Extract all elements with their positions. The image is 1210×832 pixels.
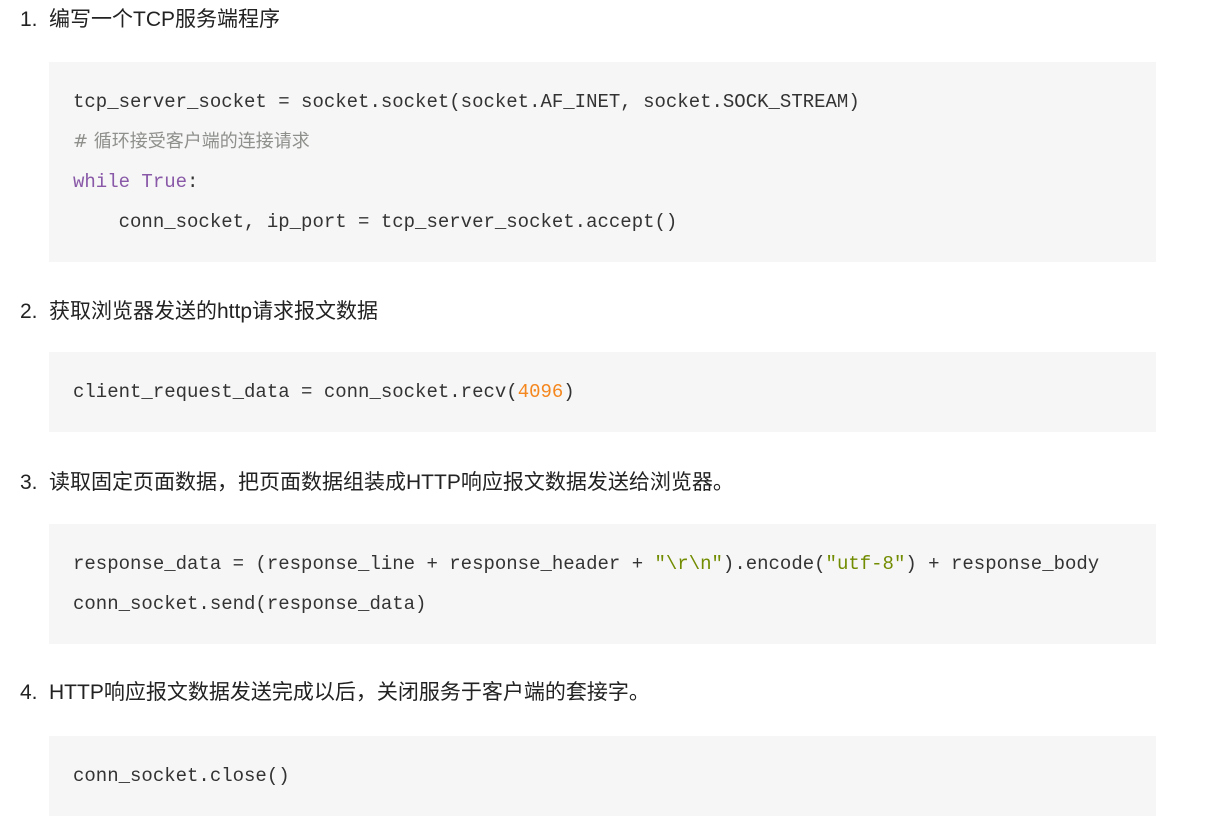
code-token: 4096 xyxy=(517,381,564,403)
code-token: conn_socket.send(response_data) xyxy=(73,593,427,615)
code-line: response_data = (response_line + respons… xyxy=(73,544,1132,584)
code-token: True xyxy=(141,171,188,193)
code-token: tcp_server_socket = socket.socket(socket… xyxy=(73,91,860,113)
code-token: while xyxy=(73,171,131,193)
code-block: conn_socket.close() xyxy=(49,736,1156,816)
code-line: conn_socket.close() xyxy=(73,756,1132,796)
step-title: 获取浏览器发送的http请求报文数据 xyxy=(49,300,379,323)
step-number: 1. xyxy=(20,8,38,31)
code-line: conn_socket.send(response_data) xyxy=(73,584,1132,624)
code-token: ) + response_body xyxy=(905,553,1100,575)
code-token: ).encode( xyxy=(722,553,826,575)
step-number: 2. xyxy=(20,300,38,323)
code-line: conn_socket, ip_port = tcp_server_socket… xyxy=(73,202,1132,242)
code-token: conn_socket, ip_port = tcp_server_socket… xyxy=(73,211,678,233)
step-heading: 3. 读取固定页面数据，把页面数据组装成HTTP响应报文数据发送给浏览器。 xyxy=(20,471,734,495)
code-token: # 循环接受客户端的连接请求 xyxy=(73,131,310,152)
step-title: 读取固定页面数据，把页面数据组装成HTTP响应报文数据发送给浏览器。 xyxy=(49,471,734,494)
code-block: response_data = (response_line + respons… xyxy=(49,524,1156,644)
code-token: response_data = (response_line + respons… xyxy=(73,553,655,575)
code-block: tcp_server_socket = socket.socket(socket… xyxy=(49,62,1156,262)
code-block: client_request_data = conn_socket.recv(4… xyxy=(49,352,1156,432)
step-number: 4. xyxy=(20,681,38,704)
code-token: client_request_data = conn_socket.recv( xyxy=(73,381,518,403)
code-line: client_request_data = conn_socket.recv(4… xyxy=(73,372,1132,412)
step-heading: 1. 编写一个TCP服务端程序 xyxy=(20,8,280,32)
code-line: # 循环接受客户端的连接请求 xyxy=(73,122,1132,162)
step-number: 3. xyxy=(20,471,38,494)
code-line: while True: xyxy=(73,162,1132,202)
code-token: conn_socket.close() xyxy=(73,765,290,787)
code-token: "\r\n" xyxy=(654,553,723,575)
code-token: ) xyxy=(563,381,575,403)
step-title: HTTP响应报文数据发送完成以后，关闭服务于客户端的套接字。 xyxy=(49,681,650,704)
step-heading: 2. 获取浏览器发送的http请求报文数据 xyxy=(20,300,378,324)
code-line: tcp_server_socket = socket.socket(socket… xyxy=(73,82,1132,122)
code-token: "utf-8" xyxy=(825,553,906,575)
code-token: : xyxy=(187,171,199,193)
step-heading: 4. HTTP响应报文数据发送完成以后，关闭服务于客户端的套接字。 xyxy=(20,681,650,705)
step-title: 编写一个TCP服务端程序 xyxy=(49,8,280,31)
